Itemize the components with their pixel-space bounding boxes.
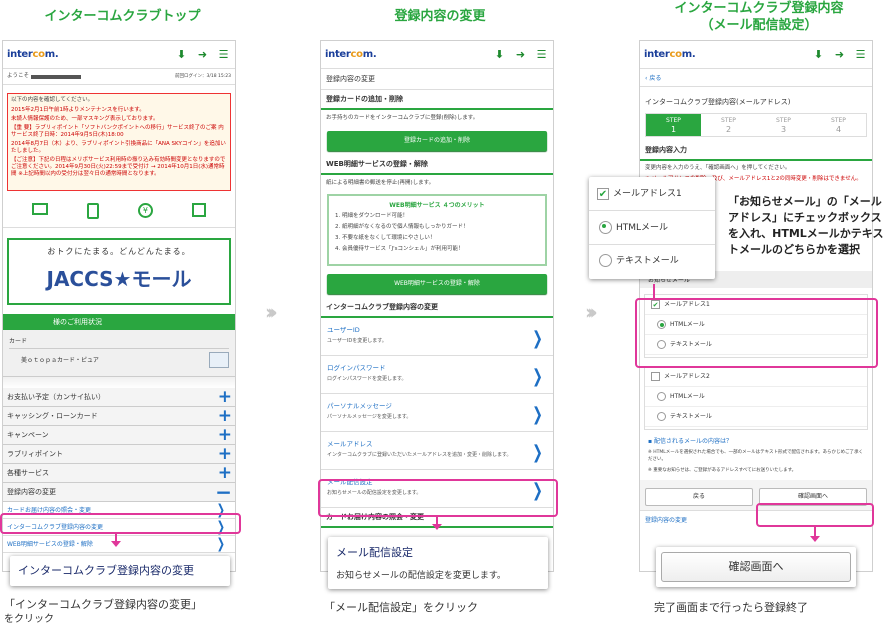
menu-registration-change[interactable]: 登録内容の変更 − [3, 482, 235, 502]
highlight-confirm [756, 503, 874, 527]
web-statement-button[interactable]: WEB明細サービスの登録・解除 [327, 274, 547, 294]
note-mail-options: 「お知らせメール」の「メールアドレス」にチェックボックスを入れ、HTMLメールか… [728, 195, 884, 256]
step-indicator: STEP 1 STEP 2 STEP 3 STEP 4 [645, 113, 867, 137]
caption-step3: 完了画面まで行ったら登録終了 [654, 601, 808, 614]
note1: ※ HTMLメールを選択された場合でも、一部のメールはテキスト形式で配信されます… [648, 450, 863, 462]
column2-title: 登録内容の変更 [394, 9, 486, 24]
merit-box: WEB明細サービス ４つのメリット 1. 明細をダウンロード可能！ 2. 紙明細… [327, 194, 547, 266]
column1-title: インターコムクラブトップ [44, 9, 201, 24]
gift-icon[interactable] [191, 203, 206, 217]
menu-campaign[interactable]: キャンペーン + [3, 426, 235, 445]
addr2-text-radio[interactable]: テキストメール [645, 407, 867, 427]
highlight-mail-delivery [318, 479, 558, 517]
desc1: 変更内容を入力のうえ、「確認画面へ」を押してください。 [645, 165, 791, 171]
logout-icon[interactable]: ➜ [514, 48, 527, 61]
addr2-html-radio[interactable]: HTMLメール [645, 387, 867, 407]
menu-cashing[interactable]: キャッシング・ローンカード + [3, 407, 235, 426]
addr2-checkbox[interactable]: メールアドレス2 [645, 367, 867, 387]
logout-icon[interactable]: ➜ [833, 48, 846, 61]
column3-title: インターコムクラブ登録内容 （メール配信設定） [674, 1, 844, 33]
yen-icon[interactable]: ¥ [137, 203, 153, 218]
callout-confirm: 確認画面へ [656, 547, 856, 587]
last-login: 前回ログイン：3/18 15:23 [174, 74, 231, 79]
web-desc: 紙による明細書の郵送を停止(再開)します。 [326, 180, 435, 186]
card-name: 美ｏｔｏｐａカード・ピュア [21, 357, 99, 364]
card-label: カード [9, 336, 229, 349]
caption-step2: 「メール配信設定」をクリック [324, 601, 478, 614]
highlight-addr1 [635, 298, 878, 368]
back-button[interactable]: 戻る [645, 488, 753, 506]
item-mail-address[interactable]: メールアドレス インターコムクラブに登録いただいたメールアドレスを追加・変更・削除… [321, 432, 553, 470]
phone-screen-top: intercom. ⬇ ➜ ☰ ようこそ 前回ログイン：3/18 15:23 以… [2, 40, 236, 572]
step-arrow-2: ››› [585, 300, 598, 324]
card-desc: お手持ちのカードをインターコムクラブに登録(削除)します。 [326, 115, 479, 121]
card-add-button[interactable]: 登録カードの追加・削除 [327, 131, 547, 151]
menu-payment[interactable]: お支払い予定（カンサイ払い） + [3, 388, 235, 407]
beginner-mark-icon[interactable]: ⬇ [493, 48, 506, 61]
item-personal-message[interactable]: パーソナルメッセージ パーソナルメッセージを変更します。 ❯ [321, 394, 553, 432]
logo: intercom. [325, 49, 377, 60]
menu-lovely-point[interactable]: ラブリィポイント + [3, 445, 235, 464]
masked-name [31, 75, 81, 79]
highlight-club-change [0, 513, 241, 534]
statement-icon[interactable] [32, 203, 49, 215]
callout-mail-delivery: メール配信設定 お知らせメールの配信設定を変更します。 [328, 537, 548, 589]
section-card: 登録カードの追加・削除 [321, 90, 553, 110]
logo: intercom. [7, 49, 59, 60]
callout-mail-options: ✔ メールアドレス1 HTMLメール テキストメール [589, 177, 715, 279]
beginner-mark-icon[interactable]: ⬇ [175, 48, 188, 61]
item-login-password[interactable]: ログインパスワード ログインパスワードを変更します。 ❯ [321, 356, 553, 394]
page-title: 登録内容の変更 [321, 69, 553, 90]
header: intercom. ⬇ ➜ ☰ [321, 41, 553, 69]
section-club: インターコムクラブ登録内容の変更 [321, 298, 553, 318]
menu-icon[interactable]: ☰ [854, 48, 867, 61]
beginner-mark-icon[interactable]: ⬇ [812, 48, 825, 61]
step-arrow-1: ››› [265, 300, 278, 324]
welcome-text: ようこそ [7, 73, 30, 79]
logout-icon[interactable]: ➜ [196, 48, 209, 61]
jaccs-mall-banner[interactable]: おトクにたまる。どんどんたまる。 JACCS★モール [7, 238, 231, 305]
addr2-group: メールアドレス2 HTMLメール テキストメール [644, 366, 868, 430]
usage-bar: 様のご利用状況 [3, 314, 235, 330]
section-web: WEB明細サービスの登録・解除 [321, 155, 553, 175]
caption-step1: 「インターコムクラブ登録内容の変更」 をクリック [4, 598, 202, 625]
header: intercom. ⬇ ➜ ☰ [3, 41, 235, 69]
content-link[interactable]: ▪ 配信されるメールの内容は？ [640, 430, 872, 447]
note2: ※ 重要なお知らせは、ご登録があるアドレスすべてにお送りいたします。 [648, 468, 797, 473]
point-icon[interactable] [87, 203, 100, 219]
logo: intercom. [644, 49, 696, 60]
menu-services[interactable]: 各種サービス + [3, 464, 235, 483]
notice-box: 以下の内容を確認してください。 2015年2月1日午前1時よりメンテナンスを行い… [7, 93, 231, 191]
menu-icon[interactable]: ☰ [535, 48, 548, 61]
menu-icon[interactable]: ☰ [217, 48, 230, 61]
callout-club-change: インターコムクラブ登録内容の変更 [10, 556, 230, 586]
input-title: 登録内容入力 [640, 141, 872, 161]
item-user-id[interactable]: ユーザーID ユーザーIDを変更します。 ❯ [321, 318, 553, 356]
header: intercom. ⬇ ➜ ☰ [640, 41, 872, 69]
back-link[interactable]: ‹ 戻る [640, 69, 872, 87]
page-title: インターコムクラブ登録内容(メールアドレス) [645, 98, 791, 106]
